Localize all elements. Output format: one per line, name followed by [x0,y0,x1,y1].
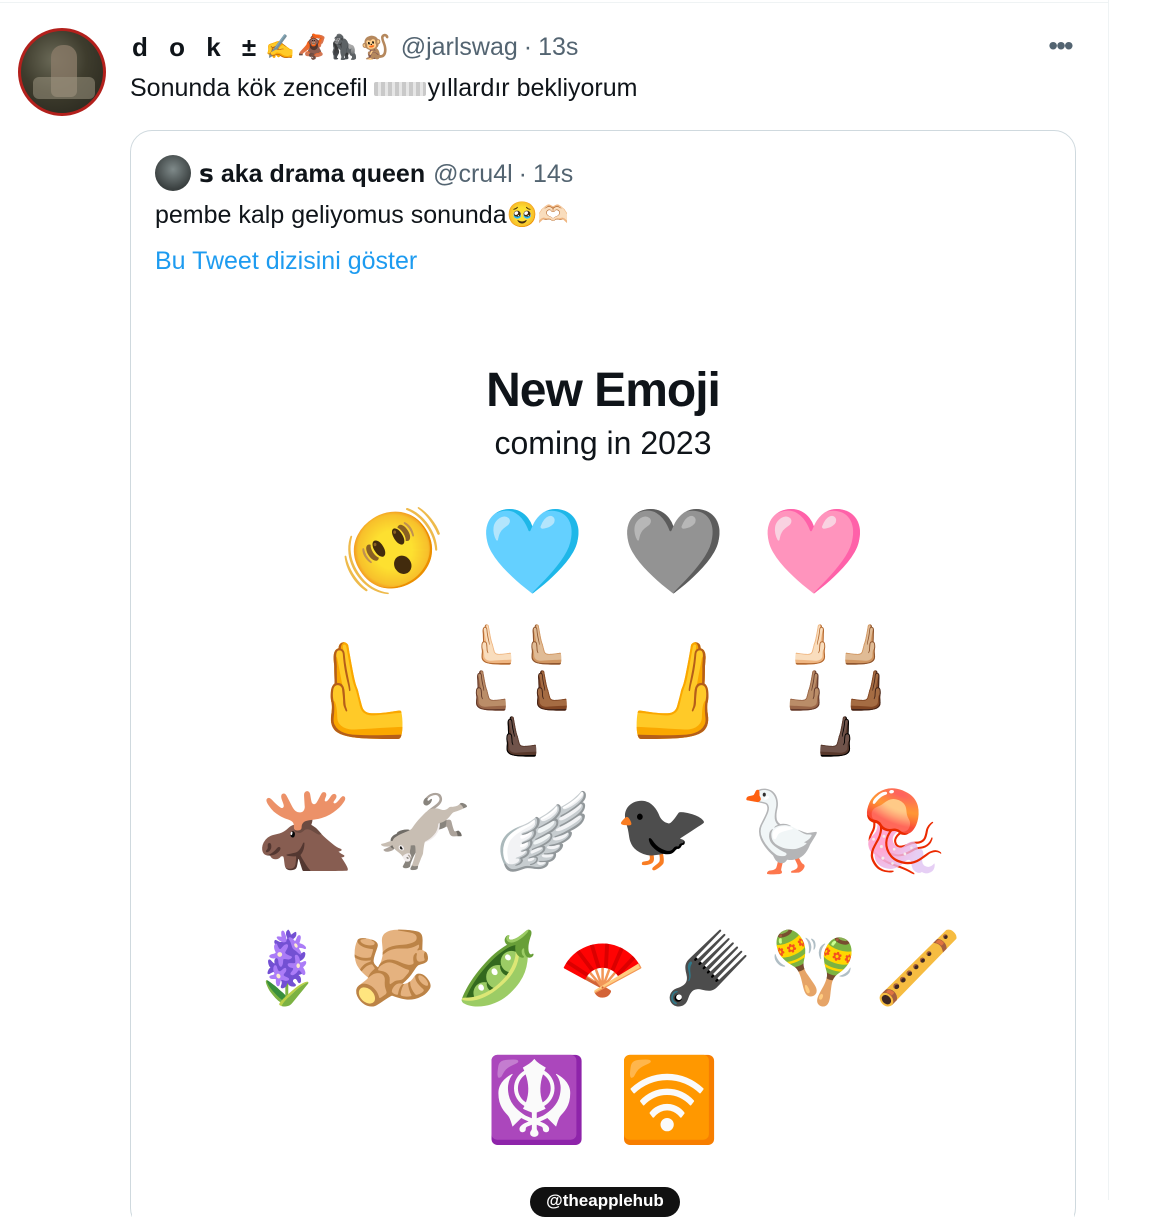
donkey-icon: 🫏 [375,787,473,875]
emoji-row-symbols: 🪯 🛜 [132,1046,1074,1156]
avatar[interactable] [18,28,106,116]
more-dots-icon: ••• [1048,30,1073,61]
emoji-row-animals: 🫎 🫏 🪽 🐦‍⬛ 🪿 🪼 [132,771,1074,891]
rightwards-pushing-hand-skin-tones-icon: 🫸🏻🫸🏼🫸🏽 🫸🏾🫸🏿 [782,623,893,759]
khanda-icon: 🪯 [485,1055,588,1146]
quoted-tweet-header: ꜱ aka drama queen @cru4l · 14s [199,157,573,191]
name-emojis: ✍️🦧🦍🐒 [265,33,393,61]
maracas-icon: 🪇 [769,929,857,1007]
tweet-text-part-2: yıllardır bekliyorum [427,74,638,102]
leftwards-pushing-hand-icon: 🫷 [298,637,418,744]
quoted-handle: @cru4l [433,159,513,188]
wing-icon: 🪽 [494,787,592,875]
more-options-button[interactable]: ••• [1040,28,1080,64]
emoji-row-hearts: 🫨 🩵 🩶 🩷 [132,491,1074,611]
black-bird-icon: 🐦‍⬛ [614,787,712,875]
image-title: New Emoji [486,364,721,417]
rightwards-pushing-hand-icon: 🫸 [618,637,738,744]
quoted-tweet-text: pembe kalp geliyomus sonunda🥹🫶🏻 [155,201,569,229]
tweet-text: Sonunda kök zencefil yıllardır bekliyoru… [130,74,637,103]
quoted-tweet-card[interactable]: ꜱ aka drama queen @cru4l · 14s pembe kal… [130,130,1076,1231]
user-handle[interactable]: @jarlswag [401,33,518,62]
leftwards-pushing-hand-skin-tones-icon: 🫷🏻🫷🏼🫷🏽 🫷🏾🫷🏿 [462,623,574,759]
goose-icon: 🪿 [733,787,831,875]
tweet-image[interactable]: New Emoji coming in 2023 🫨 🩵 🩶 🩷 🫷 🫷🏻🫷🏼🫷🏽 🫷🏾… [132,301,1074,1231]
wireless-icon: 🛜 [618,1055,721,1146]
pea-pod-icon: 🫛 [454,929,542,1007]
emoji-row-objects: 🪻 🫚 🫛 🪭 🪮 🪇 🪈 [132,913,1074,1023]
image-watermark: @theapplehub [530,1187,680,1217]
moose-icon: 🫎 [256,787,354,875]
shaking-face-icon: 🫨 [339,504,445,598]
light-blue-heart-icon: 🩵 [480,504,585,598]
tweet-text-part-1: Sonunda kök zencefil [130,74,368,102]
folding-hand-fan-icon: 🪭 [559,929,647,1007]
tweet-header: d o k ± ✍️🦧🦍🐒 @jarlswag · 13s [132,30,578,64]
hyacinth-icon: 🪻 [243,929,332,1007]
ginger-root-icon: 🫚 [349,929,437,1007]
pink-heart-icon: 🩷 [761,504,867,598]
timestamp[interactable]: 13s [538,33,578,62]
jellyfish-icon: 🪼 [852,787,950,875]
flute-icon: 🪈 [874,929,963,1007]
quoted-display-name: ꜱ aka drama queen [199,160,426,188]
emoji-row-hands: 🫷 🫷🏻🫷🏼🫷🏽 🫷🏾🫷🏿 🫸 🫸🏻🫸🏼🫸🏽 🫸🏾🫸🏿 [132,623,1074,759]
timeline-border [1108,0,1109,1200]
separator-dot: · [523,32,533,61]
avatar-figure-base [33,77,95,99]
censored-word [373,81,426,96]
grey-heart-icon: 🩶 [621,504,726,598]
display-name[interactable]: d o k ± [132,32,263,63]
show-thread-link[interactable]: Bu Tweet dizisini göster [155,247,417,276]
image-subtitle: coming in 2023 [494,425,712,461]
quoted-timestamp: 14s [533,159,574,188]
quoted-avatar[interactable] [155,155,191,191]
hair-pick-icon: 🪮 [664,929,752,1007]
quoted-separator-dot: · [518,159,527,188]
top-divider [0,2,1108,3]
